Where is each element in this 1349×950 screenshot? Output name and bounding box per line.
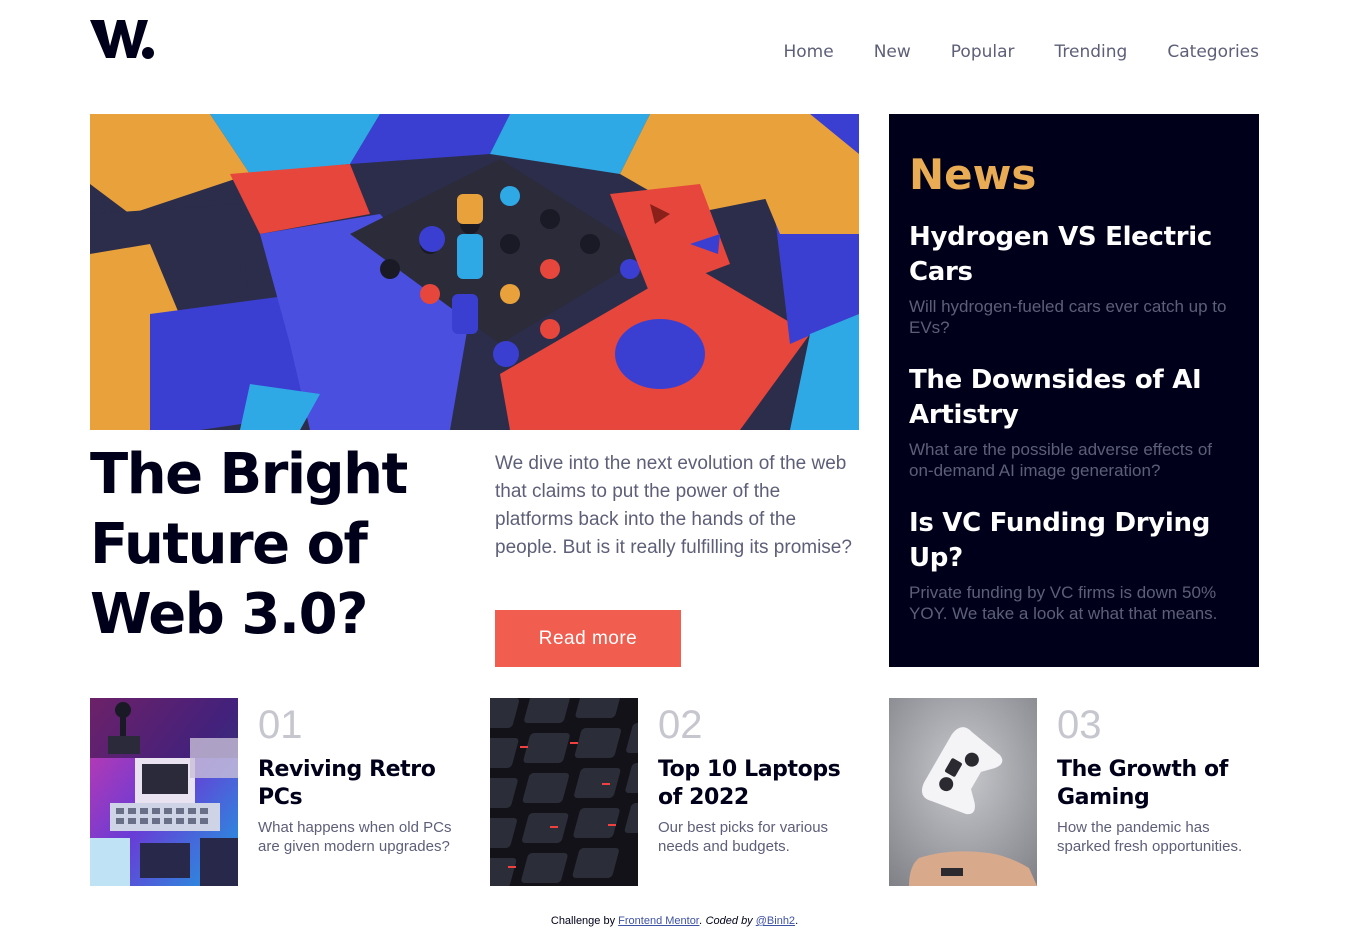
nav-popular[interactable]: Popular bbox=[951, 40, 1015, 64]
news-heading: News bbox=[909, 150, 1037, 199]
news-item[interactable]: The Downsides of AI Artistry What are th… bbox=[909, 363, 1239, 481]
card-description: What happens when old PCs are given mode… bbox=[258, 819, 452, 855]
hero-description: We dive into the next evolution of the w… bbox=[495, 453, 852, 558]
footer: Challenge by Frontend Mentor. Coded by @… bbox=[0, 915, 1349, 927]
news-item-description: Will hydrogen-fueled cars ever catch up … bbox=[909, 297, 1227, 337]
laptop-keyboard-image[interactable] bbox=[490, 698, 638, 886]
card-description: Our best picks for various needs and bud… bbox=[658, 819, 829, 855]
site-logo[interactable] bbox=[90, 18, 156, 62]
article-card: 03 The Growth of Gaming How the pandemic… bbox=[889, 698, 1259, 886]
news-panel: News Hydrogen VS Electric Cars Will hydr… bbox=[889, 114, 1259, 667]
article-card: 01 Reviving Retro PCs What happens when … bbox=[90, 698, 460, 886]
nav-trending[interactable]: Trending bbox=[1055, 40, 1128, 64]
nav-categories[interactable]: Categories bbox=[1167, 40, 1259, 64]
hero-title: The Bright Future of Web 3.0? bbox=[90, 442, 408, 647]
card-number: 03 bbox=[1057, 703, 1102, 747]
nav-new[interactable]: New bbox=[874, 40, 911, 64]
card-number: 02 bbox=[658, 703, 703, 747]
news-item-title[interactable]: Hydrogen VS Electric Cars bbox=[909, 220, 1239, 290]
hero-image bbox=[90, 114, 859, 430]
card-number: 01 bbox=[258, 703, 303, 747]
card-title[interactable]: Top 10 Laptops of 2022 bbox=[658, 756, 860, 812]
card-body: 03 The Growth of Gaming How the pandemic… bbox=[1037, 698, 1259, 886]
card-description: How the pandemic has sparked fresh oppor… bbox=[1057, 819, 1243, 855]
nav-home[interactable]: Home bbox=[783, 40, 833, 64]
author-link[interactable]: @Binh2 bbox=[756, 915, 795, 927]
news-item[interactable]: Hydrogen VS Electric Cars Will hydrogen-… bbox=[909, 220, 1239, 338]
card-body: 01 Reviving Retro PCs What happens when … bbox=[238, 698, 460, 886]
frontend-mentor-link[interactable]: Frontend Mentor bbox=[618, 915, 699, 927]
news-item-title[interactable]: The Downsides of AI Artistry bbox=[909, 363, 1239, 433]
retro-pc-image[interactable] bbox=[90, 698, 238, 886]
news-item-description: What are the possible adverse effects of… bbox=[909, 440, 1213, 480]
page: Home New Popular Trending Categories The… bbox=[0, 0, 1349, 950]
news-item-description: Private funding by VC firms is down 50% … bbox=[909, 583, 1218, 623]
article-card: 02 Top 10 Laptops of 2022 Our best picks… bbox=[490, 698, 860, 886]
news-item-title[interactable]: Is VC Funding Drying Up? bbox=[909, 506, 1239, 576]
gamepad-image[interactable] bbox=[889, 698, 1037, 886]
card-title[interactable]: The Growth of Gaming bbox=[1057, 756, 1259, 812]
main-nav: Home New Popular Trending Categories bbox=[783, 40, 1259, 64]
footer-prefix: Challenge by bbox=[550, 915, 619, 927]
footer-middle: . Coded by bbox=[699, 915, 756, 927]
card-body: 02 Top 10 Laptops of 2022 Our best picks… bbox=[638, 698, 860, 886]
read-more-button[interactable]: Read more bbox=[495, 610, 681, 667]
card-title[interactable]: Reviving Retro PCs bbox=[258, 756, 460, 812]
footer-suffix: . bbox=[795, 915, 799, 927]
news-item[interactable]: Is VC Funding Drying Up? Private funding… bbox=[909, 506, 1239, 624]
